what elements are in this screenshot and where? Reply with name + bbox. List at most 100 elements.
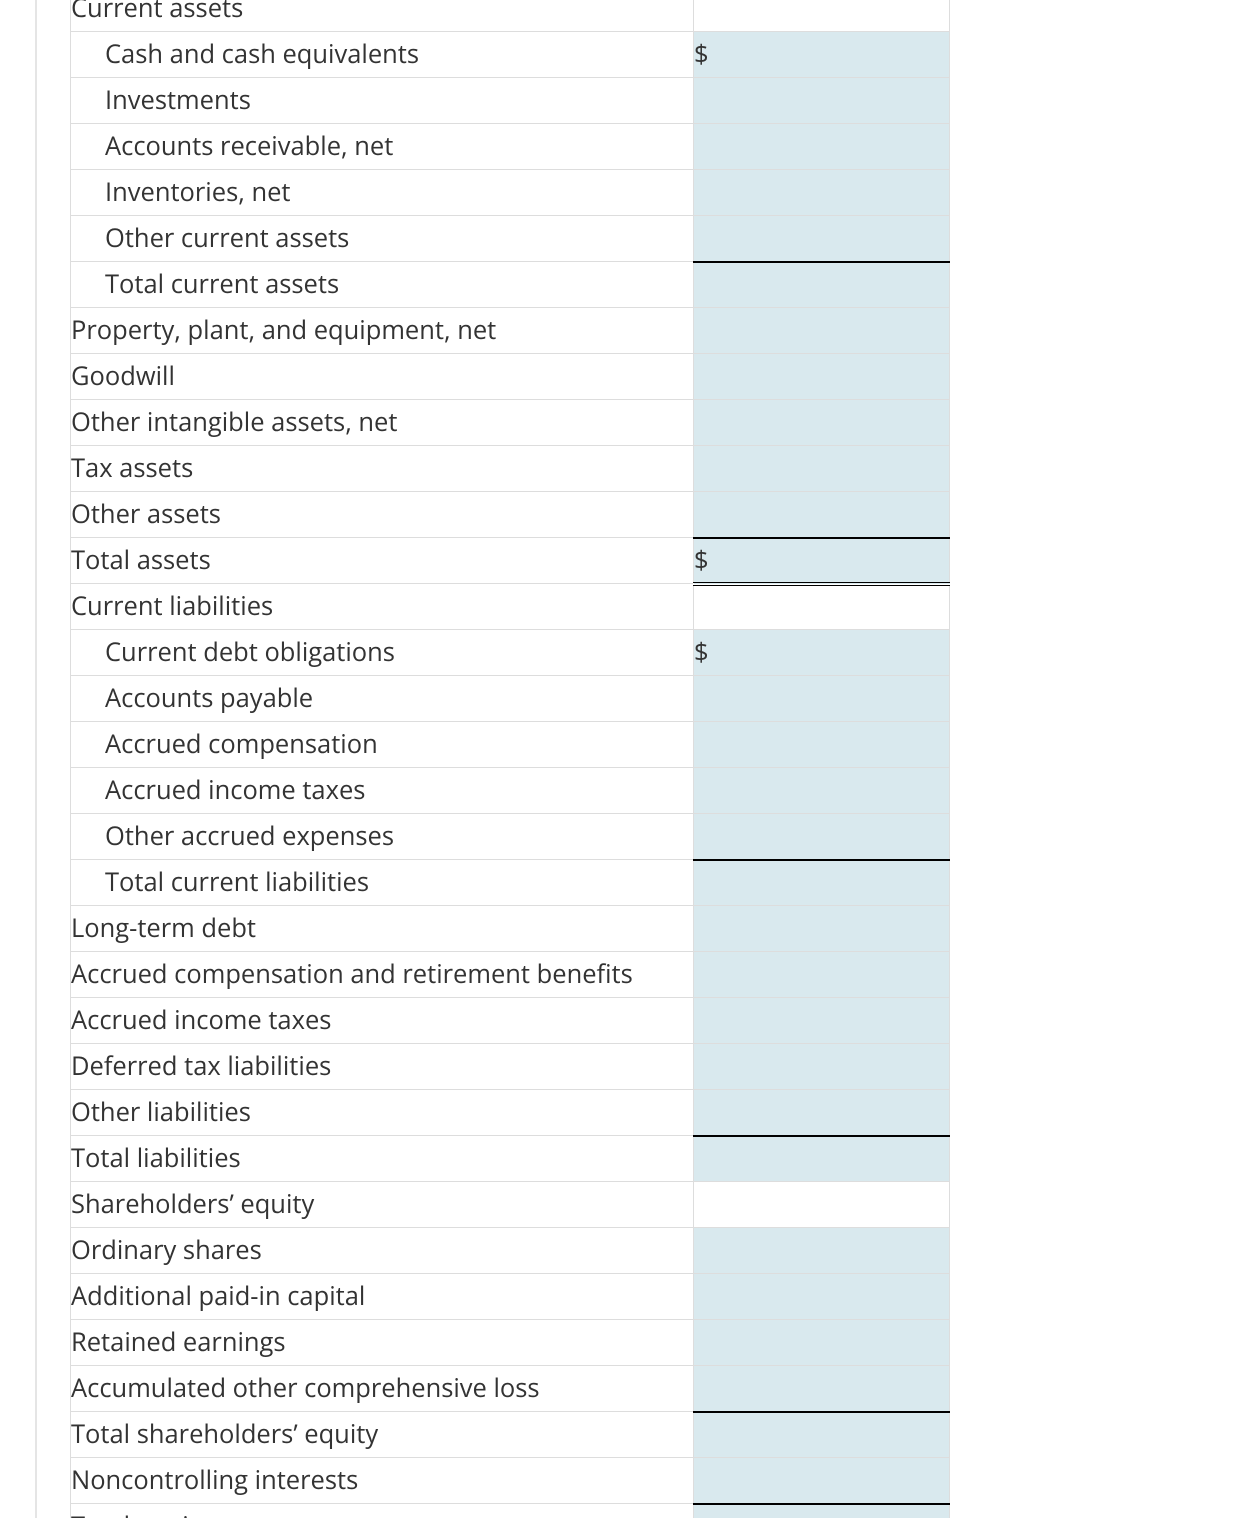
table-row: Current debt obligations$ [71, 630, 950, 676]
page: Current assetsCash and cash equivalents$… [0, 0, 1256, 1518]
value-cell[interactable] [694, 1136, 950, 1182]
line-item-label: Noncontrolling interests [71, 1458, 694, 1504]
line-item-label: Investments [71, 78, 694, 124]
value-cell[interactable] [694, 952, 950, 998]
table-row: Total equity [71, 1504, 950, 1518]
line-item-label: Other intangible assets, net [71, 400, 694, 446]
table-row: Noncontrolling interests [71, 1458, 950, 1504]
table-row: Cash and cash equivalents$ [71, 32, 950, 78]
line-item-label: Retained earnings [71, 1320, 694, 1366]
line-item-label: Goodwill [71, 354, 694, 400]
value-cell[interactable] [694, 1412, 950, 1458]
table-row: Property, plant, and equipment, net [71, 308, 950, 354]
value-cell[interactable] [694, 1274, 950, 1320]
line-item-label: Total assets [71, 538, 694, 584]
table-row: Total current liabilities [71, 860, 950, 906]
value-cell[interactable] [694, 676, 950, 722]
left-margin-rule [35, 0, 37, 1518]
line-item-label: Total liabilities [71, 1136, 694, 1182]
value-cell[interactable] [694, 1504, 950, 1518]
line-item-label: Ordinary shares [71, 1228, 694, 1274]
table-row: Current assets [71, 0, 950, 32]
value-cell[interactable] [694, 492, 950, 538]
value-cell[interactable] [694, 814, 950, 860]
value-cell[interactable] [694, 1320, 950, 1366]
value-cell [694, 0, 950, 32]
table-row: Accumulated other comprehensive loss [71, 1366, 950, 1412]
value-cell[interactable] [694, 354, 950, 400]
line-item-label: Accrued compensation [71, 722, 694, 768]
balance-sheet-table: Current assetsCash and cash equivalents$… [70, 0, 950, 1518]
value-cell[interactable] [694, 308, 950, 354]
line-item-label: Long-term debt [71, 906, 694, 952]
line-item-label: Other liabilities [71, 1090, 694, 1136]
line-item-label: Current debt obligations [71, 630, 694, 676]
table-row: Total current assets [71, 262, 950, 308]
line-item-label: Inventories, net [71, 170, 694, 216]
line-item-label: Current liabilities [71, 584, 694, 630]
table-row: Total liabilities [71, 1136, 950, 1182]
value-cell[interactable] [694, 1090, 950, 1136]
line-item-label: Current assets [71, 0, 694, 32]
value-cell[interactable] [694, 722, 950, 768]
value-cell[interactable] [694, 906, 950, 952]
line-item-label: Deferred tax liabilities [71, 1044, 694, 1090]
line-item-label: Other accrued expenses [71, 814, 694, 860]
line-item-label: Total current liabilities [71, 860, 694, 906]
value-cell[interactable] [694, 170, 950, 216]
line-item-label: Accrued income taxes [71, 768, 694, 814]
table-row: Total shareholders’ equity [71, 1412, 950, 1458]
line-item-label: Property, plant, and equipment, net [71, 308, 694, 354]
value-cell[interactable] [694, 400, 950, 446]
value-cell[interactable]: $ [694, 538, 950, 584]
table-row: Accounts payable [71, 676, 950, 722]
line-item-label: Accrued income taxes [71, 998, 694, 1044]
table-row: Total assets$ [71, 538, 950, 584]
table-row: Shareholders’ equity [71, 1182, 950, 1228]
value-cell[interactable] [694, 1228, 950, 1274]
value-cell[interactable] [694, 262, 950, 308]
value-cell[interactable] [694, 124, 950, 170]
table-row: Inventories, net [71, 170, 950, 216]
table-row: Additional paid-in capital [71, 1274, 950, 1320]
table-row: Other liabilities [71, 1090, 950, 1136]
line-item-label: Total equity [71, 1504, 694, 1518]
value-cell[interactable]: $ [694, 32, 950, 78]
line-item-label: Other assets [71, 492, 694, 538]
table-row: Other intangible assets, net [71, 400, 950, 446]
value-cell[interactable] [694, 860, 950, 906]
line-item-label: Cash and cash equivalents [71, 32, 694, 78]
value-cell[interactable] [694, 1366, 950, 1412]
value-cell[interactable] [694, 78, 950, 124]
table-row: Retained earnings [71, 1320, 950, 1366]
table-row: Other assets [71, 492, 950, 538]
value-cell [694, 584, 950, 630]
value-cell[interactable]: $ [694, 630, 950, 676]
table-row: Goodwill [71, 354, 950, 400]
line-item-label: Tax assets [71, 446, 694, 492]
table-row: Investments [71, 78, 950, 124]
table-row: Other accrued expenses [71, 814, 950, 860]
value-cell[interactable] [694, 1458, 950, 1504]
table-row: Long-term debt [71, 906, 950, 952]
value-cell[interactable] [694, 768, 950, 814]
value-cell[interactable] [694, 998, 950, 1044]
value-cell[interactable] [694, 216, 950, 262]
content-area: Current assetsCash and cash equivalents$… [70, 0, 950, 1518]
table-row: Accrued income taxes [71, 998, 950, 1044]
table-row: Ordinary shares [71, 1228, 950, 1274]
line-item-label: Accounts payable [71, 676, 694, 722]
line-item-label: Total shareholders’ equity [71, 1412, 694, 1458]
value-cell[interactable] [694, 1044, 950, 1090]
value-cell[interactable] [694, 446, 950, 492]
line-item-label: Other current assets [71, 216, 694, 262]
value-cell [694, 1182, 950, 1228]
table-row: Accrued compensation and retirement bene… [71, 952, 950, 998]
table-row: Current liabilities [71, 584, 950, 630]
line-item-label: Additional paid-in capital [71, 1274, 694, 1320]
line-item-label: Accrued compensation and retirement bene… [71, 952, 694, 998]
table-row: Deferred tax liabilities [71, 1044, 950, 1090]
line-item-label: Accounts receivable, net [71, 124, 694, 170]
line-item-label: Total current assets [71, 262, 694, 308]
line-item-label: Accumulated other comprehensive loss [71, 1366, 694, 1412]
